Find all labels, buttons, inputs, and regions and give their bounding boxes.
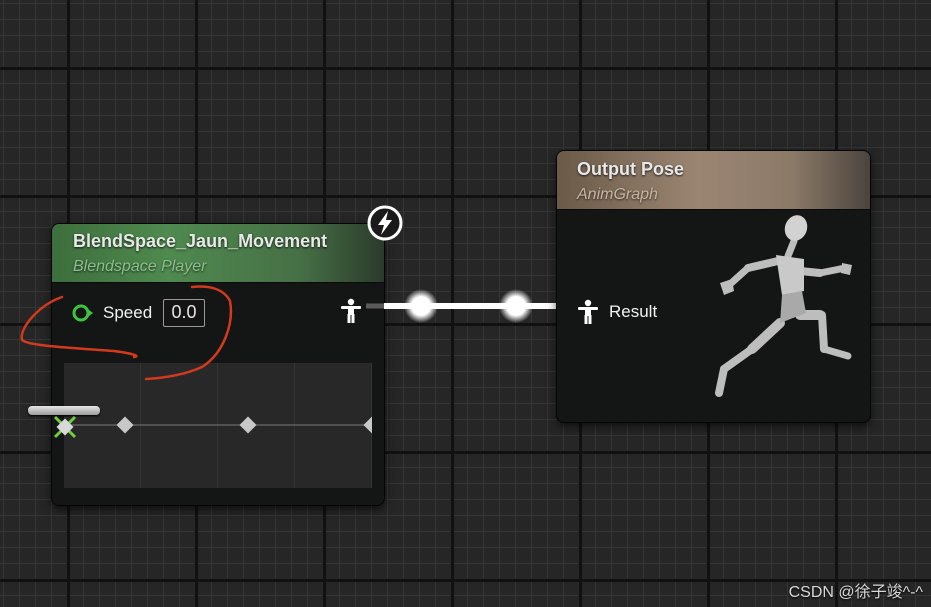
pose-output-pin-icon[interactable] — [340, 298, 362, 324]
pose-input-pin-icon[interactable] — [577, 299, 599, 325]
result-pin-label: Result — [609, 302, 658, 321]
wire-reroute-knot[interactable] — [499, 289, 533, 323]
annotation-circle — [20, 285, 233, 381]
blendspace-node-title: BlendSpace_Jaun_Movement — [73, 231, 328, 251]
blendspace-node-header[interactable]: BlendSpace_Jaun_Movement Blendspace Play… — [52, 224, 384, 283]
output-node-header[interactable]: Output Pose AnimGraph — [557, 151, 870, 210]
blend-sample-point[interactable] — [116, 416, 134, 434]
output-pose-node[interactable]: Output Pose AnimGraph Result — [557, 151, 870, 422]
pose-connection-wire[interactable] — [360, 280, 580, 334]
running-mannequin-icon — [715, 215, 852, 397]
lightning-icon — [367, 205, 403, 241]
wire-reroute-knot[interactable] — [404, 289, 438, 323]
current-blend-position-marker[interactable] — [52, 414, 78, 440]
output-node-subtitle: AnimGraph — [577, 186, 658, 203]
blend-sample-point[interactable] — [363, 416, 372, 434]
blendspace-node-subtitle: Blendspace Player — [73, 258, 207, 275]
output-node-title: Output Pose — [577, 159, 684, 179]
blend-sample-point[interactable] — [239, 416, 257, 434]
watermark: CSDN @徐子竣^-^ — [788, 584, 923, 601]
